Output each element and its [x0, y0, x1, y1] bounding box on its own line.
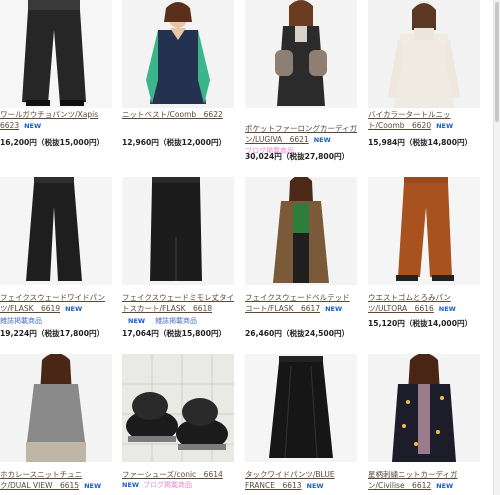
- product-image[interactable]: [368, 354, 480, 462]
- product-image[interactable]: [0, 354, 112, 462]
- product-name-link[interactable]: タックワイドパンツ/BLUE FRANCE 6613 NEW: [245, 469, 363, 492]
- new-badge: NEW: [436, 482, 454, 490]
- scrollbar-thumb[interactable]: [495, 2, 499, 122]
- product-price: 12,960円（税抜12,000円）: [122, 138, 227, 147]
- product-image[interactable]: [245, 354, 357, 462]
- new-badge: NEW: [122, 481, 140, 489]
- product-number: ン/LUGIVA 6621: [245, 135, 309, 144]
- product-name-line: ニットベスト/Coomb 6622: [122, 110, 223, 119]
- magazine-tag: 雑誌掲載商品: [0, 317, 42, 325]
- product-name-line: バイカラータートルニッ: [368, 110, 451, 119]
- product-name-link[interactable]: バイカラータートルニッ ト/Coomb 6620 NEW: [368, 109, 486, 132]
- product-name-link[interactable]: フェイクスウェードベルテッド コート/FLASK 6617 NEW: [245, 292, 363, 315]
- product-image[interactable]: [0, 0, 112, 108]
- product-number: トスカート/FLASK 6618: [122, 304, 213, 313]
- product-price: 19,224円（税抜17,800円）: [0, 329, 105, 338]
- product-name-link[interactable]: フェイクスウェードワイドパン ツ/FLASK 6619 NEW: [0, 292, 118, 315]
- magazine-tag: 雑誌掲載商品: [155, 317, 198, 325]
- product-price: 16,200円（税抜15,000円）: [0, 138, 105, 147]
- vertical-scrollbar[interactable]: [493, 0, 500, 495]
- product-name-line: ファーシューズ/conic 6614: [122, 470, 223, 479]
- product-name-line: フェイクスウェードベルテッド: [245, 293, 350, 302]
- product-price: 15,120円（税抜14,000円）: [368, 319, 473, 328]
- product-image[interactable]: [368, 0, 480, 108]
- product-image[interactable]: [0, 177, 112, 285]
- product-name-line: ワールガウチョパンツ/Xapis: [0, 110, 99, 119]
- product-image[interactable]: [368, 177, 480, 285]
- product-name-line: フェイクスウェードワイドパン: [0, 293, 105, 302]
- product-name-line: 星柄刺繍ニットカーディガ: [368, 470, 458, 479]
- new-badge: NEW: [84, 482, 102, 490]
- new-badge: NEW: [438, 305, 456, 313]
- product-number: ク/DUAL VIEW 6615: [0, 481, 80, 490]
- product-number: コート/FLASK 6617: [245, 304, 321, 313]
- product-name-line: ホカレースニットチュニ: [0, 470, 83, 479]
- product-number: ン/Civilise 6612: [368, 481, 432, 490]
- new-badge: NEW: [325, 305, 343, 313]
- product-name-link[interactable]: フェイクスウェードミモレ丈タイ トスカート/FLASK 6618: [122, 292, 240, 314]
- product-name-line: ウエストゴムとろみパン: [368, 293, 451, 302]
- product-name-link[interactable]: ファーシューズ/conic 6614: [122, 469, 240, 480]
- product-grid: ワールガウチョパンツ/Xapis 6623 NEW 16,200円（税抜15,00…: [0, 0, 494, 495]
- product-price: 17,064円（税抜15,800円）: [122, 329, 227, 338]
- new-badge: NEW: [313, 136, 331, 144]
- product-name-line: フェイクスウェードミモレ丈タイ: [122, 293, 235, 302]
- product-name-link[interactable]: ポケットファーロングカーディガ ン/LUGIVA 6621 NEW: [245, 123, 363, 146]
- product-price: 30,024円（税抜27,800円）: [245, 152, 350, 161]
- product-price: 15,984円（税抜14,800円）: [368, 138, 473, 147]
- product-name-link[interactable]: 星柄刺繍ニットカーディガ ン/Civilise 6612 NEW: [368, 469, 486, 492]
- product-price: 26,460円（税抜24,500円）: [245, 329, 350, 338]
- product-number: FRANCE 6613: [245, 481, 302, 490]
- product-number: 6623: [0, 121, 20, 130]
- new-badge: NEW: [65, 305, 83, 313]
- product-image[interactable]: [245, 177, 357, 285]
- product-name-link[interactable]: ホカレースニットチュニ ク/DUAL VIEW 6615 NEW: [0, 469, 118, 492]
- new-badge: NEW: [128, 317, 146, 325]
- product-image[interactable]: [122, 0, 234, 108]
- new-badge: NEW: [306, 482, 324, 490]
- blog-tag: ブログ掲載商品: [143, 481, 193, 489]
- product-name-link[interactable]: ワールガウチョパンツ/Xapis 6623 NEW: [0, 109, 118, 132]
- new-badge: NEW: [436, 122, 454, 130]
- product-image[interactable]: [245, 0, 357, 108]
- product-name-link[interactable]: ニットベスト/Coomb 6622: [122, 109, 240, 120]
- product-image[interactable]: [122, 354, 234, 462]
- product-name-line: タックワイドパンツ/BLUE: [245, 470, 335, 479]
- product-image[interactable]: [122, 177, 234, 285]
- product-name-link[interactable]: ウエストゴムとろみパン ツ/ULTORA 6616 NEW: [368, 292, 486, 315]
- product-number: ト/Coomb 6620: [368, 121, 432, 130]
- product-name-line: ポケットファーロングカーディガ: [245, 124, 357, 133]
- product-number: ツ/ULTORA 6616: [368, 304, 434, 313]
- new-badge: NEW: [24, 122, 42, 130]
- product-number: ツ/FLASK 6619: [0, 304, 61, 313]
